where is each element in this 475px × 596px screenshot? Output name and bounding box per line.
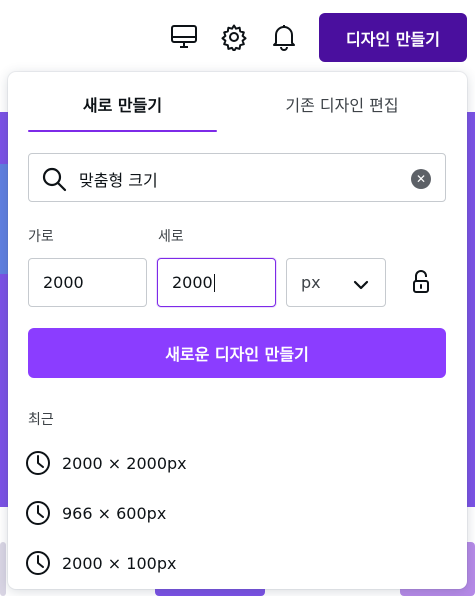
width-value: 2000	[43, 273, 84, 292]
unit-value: px	[301, 273, 321, 292]
width-input[interactable]: 2000	[28, 258, 147, 307]
recent-item[interactable]: 2000 × 2000px	[24, 443, 444, 483]
gear-icon[interactable]	[219, 22, 249, 52]
bell-icon[interactable]	[269, 22, 299, 52]
tab-new[interactable]: 새로 만들기	[28, 92, 217, 132]
height-input[interactable]: 2000	[157, 258, 276, 307]
height-value: 2000	[172, 273, 213, 292]
recent-heading: 최근	[28, 412, 54, 428]
create-design-popup: 새로 만들기 기존 디자인 편집 맞춤형 크기 ✕ 가로 세로 2000 200…	[8, 72, 467, 589]
recent-item[interactable]: 2000 × 100px	[24, 543, 444, 583]
clear-icon[interactable]: ✕	[411, 169, 431, 189]
clock-icon	[24, 499, 52, 527]
active-tab-indicator	[28, 130, 217, 132]
clock-icon	[24, 449, 52, 477]
top-bar: 디자인 만들기	[0, 0, 475, 76]
recent-item-label: 2000 × 2000px	[62, 453, 187, 473]
create-new-design-button[interactable]: 새로운 디자인 만들기	[28, 328, 446, 378]
monitor-icon[interactable]	[169, 22, 199, 52]
clock-icon	[24, 549, 52, 577]
width-label: 가로	[28, 229, 54, 245]
search-icon	[41, 166, 67, 192]
recent-item-label: 966 × 600px	[62, 503, 167, 523]
chevron-down-icon	[353, 276, 369, 295]
search-input[interactable]: 맞춤형 크기	[79, 167, 158, 191]
text-caret	[213, 273, 215, 292]
height-label: 세로	[158, 229, 184, 245]
create-design-button[interactable]: 디자인 만들기	[319, 13, 467, 62]
search-field[interactable]: 맞춤형 크기 ✕	[28, 153, 446, 202]
recent-item[interactable]: 966 × 600px	[24, 493, 444, 533]
thumbnail	[0, 542, 6, 596]
recent-item-label: 2000 × 100px	[62, 553, 177, 573]
unit-select[interactable]: px	[286, 258, 386, 307]
tab-edit-existing[interactable]: 기존 디자인 편집	[237, 92, 447, 132]
unlocked-icon[interactable]	[410, 270, 432, 294]
